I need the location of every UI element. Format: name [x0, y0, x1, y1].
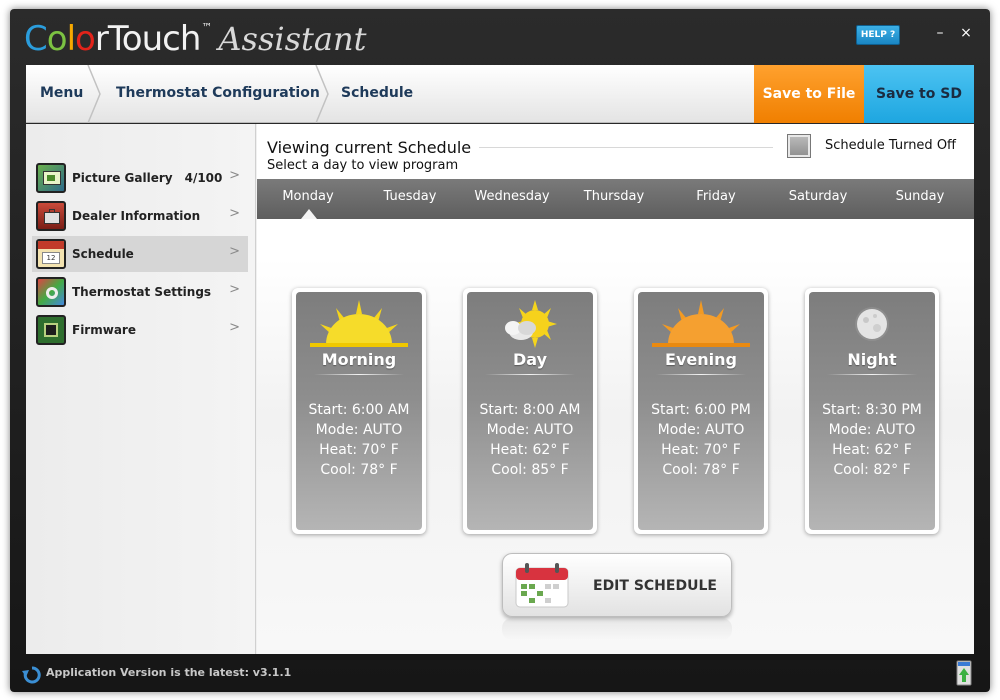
save-to-sd-button[interactable]: Save to SD: [864, 65, 974, 123]
period-title: Evening: [665, 350, 737, 369]
moon-icon: [809, 298, 935, 350]
period-card-evening[interactable]: Evening Start: 6:00 PM Mode: AUTO Heat: …: [634, 288, 768, 534]
button-reflection: [502, 618, 732, 640]
divider: [479, 147, 773, 148]
sidebar: Picture Gallery 4/100 > Dealer Informati…: [26, 124, 256, 654]
edit-schedule-button[interactable]: EDIT SCHEDULE: [502, 553, 732, 617]
period-cool: Cool: 85° F: [491, 462, 569, 478]
breadcrumb-menu[interactable]: Menu: [40, 65, 83, 123]
period-start: Start: 6:00 AM: [308, 402, 410, 418]
period-cool: Cool: 78° F: [320, 462, 398, 478]
period-cool: Cool: 78° F: [662, 462, 740, 478]
refresh-icon[interactable]: [22, 665, 42, 685]
tab-wednesday[interactable]: Wednesday: [461, 179, 563, 219]
period-start: Start: 8:30 PM: [822, 402, 922, 418]
breadcrumb-separator-icon: [86, 65, 102, 123]
sunrise-icon: [296, 298, 422, 350]
period-mode: Mode: AUTO: [657, 422, 745, 438]
sunset-icon: [638, 298, 764, 350]
chevron-right-icon: >: [229, 244, 240, 259]
page-title: Viewing current Schedule: [267, 138, 472, 157]
schedule-panel: Viewing current Schedule Select a day to…: [257, 124, 974, 654]
tab-friday[interactable]: Friday: [665, 179, 767, 219]
sidebar-item-picture-gallery[interactable]: Picture Gallery 4/100 >: [32, 160, 248, 196]
sidebar-item-label: Thermostat Settings: [72, 285, 212, 299]
sidebar-item-dealer-information[interactable]: Dealer Information >: [32, 198, 248, 234]
brand-name: ColorTouch: [24, 19, 201, 59]
chevron-right-icon: >: [229, 282, 240, 297]
gallery-count: 4/100: [184, 171, 223, 185]
day-tabs: Monday Tuesday Wednesday Thursday Friday…: [257, 179, 974, 219]
app-logo: ColorTouch ™ Assistant: [24, 15, 366, 59]
dealer-info-icon: [36, 201, 66, 231]
sidebar-item-thermostat-settings[interactable]: Thermostat Settings >: [32, 274, 248, 310]
main-content: Picture Gallery 4/100 > Dealer Informati…: [26, 124, 974, 654]
period-heat: Heat: 62° F: [832, 442, 912, 458]
help-button[interactable]: HELP ?: [856, 25, 900, 45]
period-mode: Mode: AUTO: [828, 422, 916, 438]
minimize-button[interactable]: –: [932, 23, 948, 43]
period-start: Start: 6:00 PM: [651, 402, 751, 418]
breadcrumb: Menu Thermostat Configuration Schedule S…: [26, 65, 974, 123]
period-title: Morning: [321, 350, 397, 369]
schedule-toggle-label: Schedule Turned Off: [825, 138, 957, 153]
tab-tuesday[interactable]: Tuesday: [359, 179, 461, 219]
trademark: ™: [201, 21, 213, 34]
update-download-icon[interactable]: [956, 660, 972, 686]
sidebar-item-firmware[interactable]: Firmware >: [32, 312, 248, 348]
calendar-icon: [515, 562, 569, 608]
app-subtitle: Assistant: [218, 20, 367, 58]
chevron-right-icon: >: [229, 168, 240, 183]
period-card-morning[interactable]: Morning Start: 6:00 AM Mode: AUTO Heat: …: [292, 288, 426, 534]
picture-gallery-icon: [36, 163, 66, 193]
chevron-right-icon: >: [229, 206, 240, 221]
selected-day-caret-icon: [301, 209, 317, 219]
period-title: Day: [512, 350, 547, 369]
tab-sunday[interactable]: Sunday: [869, 179, 971, 219]
edit-schedule-label: EDIT SCHEDULE: [593, 578, 717, 594]
sun-cloud-icon: [467, 298, 593, 350]
period-title: Night: [847, 350, 897, 369]
period-heat: Heat: 70° F: [319, 442, 399, 458]
breadcrumb-schedule[interactable]: Schedule: [341, 65, 413, 123]
version-status-text: Application Version is the latest: v3.1.…: [46, 666, 292, 679]
period-cool: Cool: 82° F: [833, 462, 911, 478]
title-bar: ColorTouch ™ Assistant HELP ? – ×: [10, 9, 990, 65]
thermostat-settings-icon: [36, 277, 66, 307]
chevron-right-icon: >: [229, 320, 240, 335]
tab-saturday[interactable]: Saturday: [767, 179, 869, 219]
sidebar-item-label: Picture Gallery: [72, 171, 173, 185]
status-bar: Application Version is the latest: v3.1.…: [10, 654, 990, 692]
sidebar-item-label: Schedule: [72, 247, 134, 261]
sidebar-item-label: Dealer Information: [72, 209, 201, 223]
page-subtitle: Select a day to view program: [267, 158, 459, 173]
period-card-night[interactable]: Night Start: 8:30 PM Mode: AUTO Heat: 62…: [805, 288, 939, 534]
breadcrumb-thermostat-configuration[interactable]: Thermostat Configuration: [116, 65, 320, 123]
firmware-chip-icon: [36, 315, 66, 345]
save-to-file-button[interactable]: Save to File: [754, 65, 864, 123]
period-heat: Heat: 62° F: [490, 442, 570, 458]
schedule-calendar-icon: 12: [36, 239, 66, 269]
close-button[interactable]: ×: [958, 23, 974, 43]
period-start: Start: 8:00 AM: [479, 402, 581, 418]
app-window: ColorTouch ™ Assistant HELP ? – × Menu T…: [10, 9, 990, 692]
period-mode: Mode: AUTO: [315, 422, 403, 438]
period-mode: Mode: AUTO: [486, 422, 574, 438]
sidebar-item-schedule[interactable]: 12 Schedule >: [32, 236, 248, 272]
period-card-day[interactable]: Day Start: 8:00 AM Mode: AUTO Heat: 62° …: [463, 288, 597, 534]
schedule-toggle-checkbox[interactable]: [787, 134, 811, 158]
tab-thursday[interactable]: Thursday: [563, 179, 665, 219]
sidebar-item-label: Firmware: [72, 323, 136, 337]
period-heat: Heat: 70° F: [661, 442, 741, 458]
breadcrumb-separator-icon: [314, 65, 330, 123]
